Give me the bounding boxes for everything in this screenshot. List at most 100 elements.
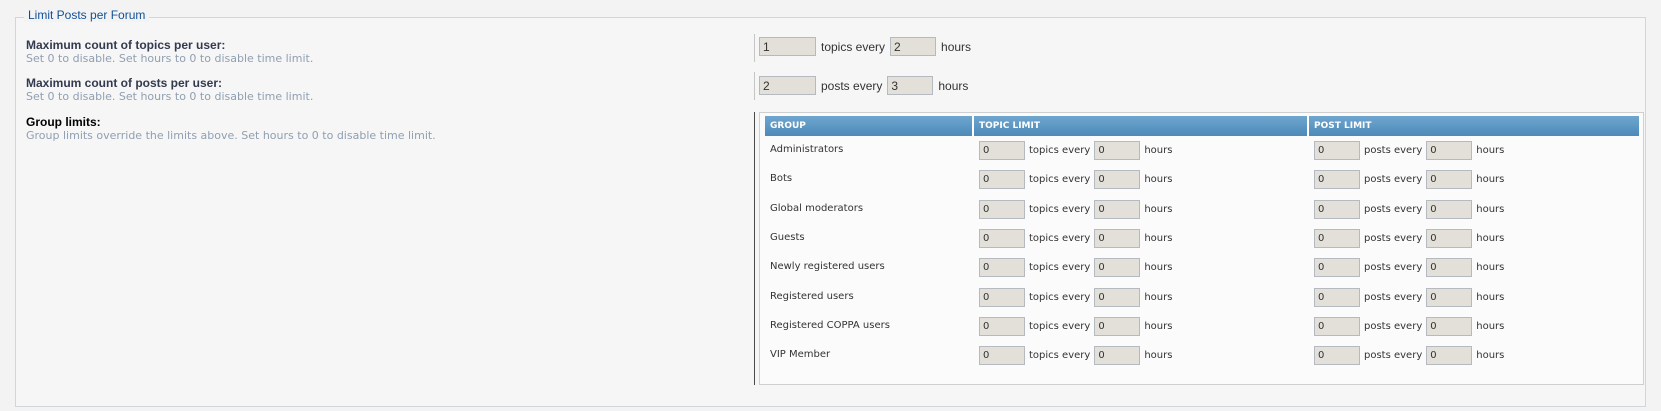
group-name: Global moderators [770, 203, 864, 214]
group-post-count-input[interactable] [1314, 229, 1360, 248]
hours-label: hours [1144, 321, 1173, 332]
post-limit-cell: posts every hours [1314, 141, 1504, 160]
hours-label: hours [1144, 174, 1173, 185]
group-topic-count-input[interactable] [979, 200, 1025, 219]
hours-label: hours [1476, 292, 1505, 303]
group-topic-hours-input[interactable] [1094, 317, 1141, 336]
group-topic-hours-input[interactable] [1094, 258, 1141, 277]
group-name: Registered users [770, 291, 854, 302]
posts-hours-label: hours [938, 78, 969, 93]
posts-every-label: posts every [1364, 292, 1423, 303]
group-name: Newly registered users [770, 261, 885, 272]
group-topic-hours-input[interactable] [1094, 200, 1141, 219]
group-name: Guests [770, 232, 805, 243]
posts-row-divider [754, 72, 755, 100]
topics-limit-title: Maximum count of topics per user: [26, 38, 226, 52]
posts-every-label: posts every [1364, 145, 1423, 156]
posts-every-label: posts every [821, 78, 883, 93]
group-post-hours-input[interactable] [1426, 346, 1473, 365]
group-limits-title: Group limits: [26, 115, 101, 129]
topics-every-label: topics every [1029, 233, 1091, 244]
posts-every-label: posts every [1364, 262, 1423, 273]
column-header-post-limit: Post limit [1309, 116, 1639, 136]
group-post-hours-input[interactable] [1426, 200, 1473, 219]
group-name: VIP Member [770, 349, 831, 360]
group-post-hours-input[interactable] [1426, 317, 1473, 336]
topics-hours-label: hours [941, 39, 972, 54]
group-post-count-input[interactable] [1314, 200, 1360, 219]
group-post-count-input[interactable] [1314, 346, 1360, 365]
group-topic-hours-input[interactable] [1094, 141, 1141, 160]
topics-hours-input[interactable] [890, 37, 937, 56]
group-name: Bots [770, 173, 793, 184]
group-name: Administrators [770, 144, 844, 155]
hours-label: hours [1144, 145, 1173, 156]
group-topic-count-input[interactable] [979, 288, 1025, 307]
hours-label: hours [1476, 145, 1505, 156]
topics-every-label: topics every [1029, 350, 1091, 361]
group-post-hours-input[interactable] [1426, 258, 1473, 277]
topics-every-label: topics every [1029, 292, 1091, 303]
post-limit-cell: posts every hours [1314, 200, 1504, 219]
group-topic-count-input[interactable] [979, 141, 1025, 160]
hours-label: hours [1476, 204, 1505, 215]
group-post-hours-input[interactable] [1426, 229, 1473, 248]
group-post-count-input[interactable] [1314, 141, 1360, 160]
hours-label: hours [1476, 174, 1505, 185]
posts-hours-input[interactable] [887, 76, 934, 95]
posts-count-input[interactable] [759, 76, 816, 95]
post-limit-cell: posts every hours [1314, 288, 1504, 307]
group-post-hours-input[interactable] [1426, 170, 1473, 189]
column-header-topic-limit: Topic limit [974, 116, 1309, 136]
table-row: Guests topics every hours posts every hours [765, 229, 1639, 248]
group-topic-count-input[interactable] [979, 229, 1025, 248]
hours-label: hours [1476, 350, 1505, 361]
group-topic-count-input[interactable] [979, 258, 1025, 277]
group-topic-count-input[interactable] [979, 170, 1025, 189]
group-post-count-input[interactable] [1314, 317, 1360, 336]
topic-limit-cell: topics every hours [979, 200, 1172, 219]
group-post-hours-input[interactable] [1426, 141, 1473, 160]
topics-limit-controls: topics every hours [759, 37, 971, 56]
fieldset-legend: Limit Posts per Forum [24, 8, 150, 22]
hours-label: hours [1144, 204, 1173, 215]
topic-limit-cell: topics every hours [979, 288, 1172, 307]
posts-limit-title: Maximum count of posts per user: [26, 76, 223, 90]
hours-label: hours [1476, 321, 1505, 332]
group-post-hours-input[interactable] [1426, 288, 1473, 307]
posts-every-label: posts every [1364, 204, 1423, 215]
group-topic-count-input[interactable] [979, 317, 1025, 336]
group-limits-divider [754, 112, 755, 385]
group-post-count-input[interactable] [1314, 288, 1360, 307]
topic-limit-cell: topics every hours [979, 170, 1172, 189]
topics-count-input[interactable] [759, 37, 816, 56]
topics-every-label: topics every [1029, 145, 1091, 156]
topics-every-label: topics every [1029, 262, 1091, 273]
topic-limit-cell: topics every hours [979, 317, 1172, 336]
hours-label: hours [1144, 350, 1173, 361]
group-topic-hours-input[interactable] [1094, 346, 1141, 365]
table-row: Bots topics every hours posts every hours [765, 170, 1639, 189]
group-post-count-input[interactable] [1314, 258, 1360, 277]
group-topic-count-input[interactable] [979, 346, 1025, 365]
posts-every-label: posts every [1364, 321, 1423, 332]
group-post-count-input[interactable] [1314, 170, 1360, 189]
group-topic-hours-input[interactable] [1094, 288, 1141, 307]
table-row: Registered userstopics everyhoursposts e… [765, 288, 1639, 307]
posts-limit-controls: posts every hours [759, 76, 968, 95]
topic-limit-cell: topics every hours [979, 141, 1172, 160]
table-row: Global moderators topics everyhours posts … [765, 200, 1639, 219]
table-row: Registered COPPA userstopics everyhoursp… [765, 317, 1639, 336]
group-topic-hours-input[interactable] [1094, 229, 1141, 248]
group-topic-hours-input[interactable] [1094, 170, 1141, 189]
post-limit-cell: posts every hours [1314, 258, 1504, 277]
topics-every-label: topics every [1029, 174, 1091, 185]
post-limit-cell: posts every hours [1314, 317, 1504, 336]
column-header-group: Group [765, 116, 974, 136]
table-row: Newly registered userstopics everyhoursp… [765, 258, 1639, 277]
posts-every-label: posts every [1364, 233, 1423, 244]
group-limits-table: Group Topic limit Post limit Administrat… [759, 112, 1644, 385]
topic-limit-cell: topics every hours [979, 229, 1172, 248]
post-limit-cell: posts every hours [1314, 170, 1504, 189]
post-limit-cell: posts every hours [1314, 229, 1504, 248]
